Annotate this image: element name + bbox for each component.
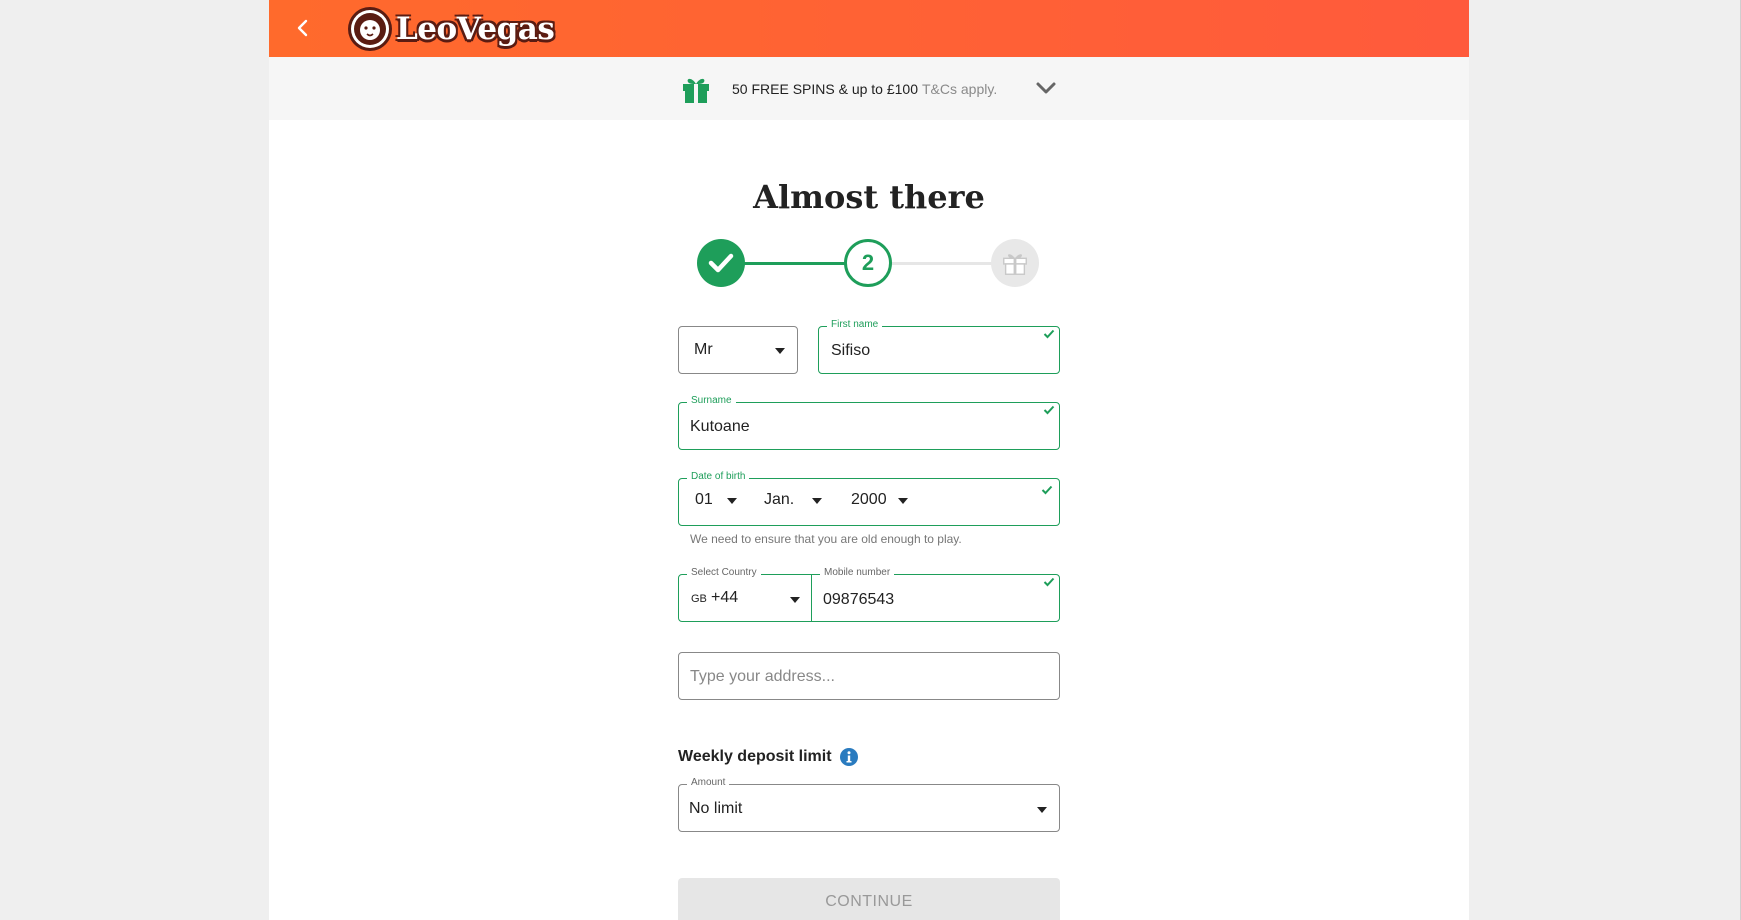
caret-down-icon: [898, 498, 908, 504]
step-1-complete: [697, 239, 745, 287]
leovegas-logo[interactable]: LeoVegas: [347, 6, 555, 52]
mobile-number-field[interactable]: Mobile number 09876543: [811, 567, 1060, 622]
first-name-field[interactable]: First name Sifiso: [818, 319, 1060, 374]
title-select[interactable]: Mr: [678, 326, 798, 374]
registration-page: LeoVegas 50 FREE SPINS & up to £100 T&Cs…: [269, 0, 1469, 920]
mobile-label: Mobile number: [820, 567, 895, 578]
step-connector-pending: [891, 262, 995, 265]
dob-month-value: Jan.: [764, 491, 795, 508]
continue-button[interactable]: CONTINUE: [678, 878, 1060, 920]
top-bar: LeoVegas: [269, 0, 1469, 57]
chevron-down-icon[interactable]: [1035, 79, 1057, 97]
caret-down-icon: [790, 597, 800, 603]
chevron-left-icon: [297, 19, 308, 37]
surname-value: Kutoane: [690, 418, 750, 435]
country-code: GB: [691, 593, 707, 605]
mobile-value: 09876543: [823, 591, 895, 608]
dob-day-select[interactable]: 01: [695, 491, 743, 513]
page-title: Almost there: [753, 178, 985, 216]
address-input[interactable]: Type your address...: [678, 652, 1060, 700]
caret-down-icon: [775, 348, 785, 354]
promo-banner: 50 FREE SPINS & up to £100 T&Cs apply.: [269, 57, 1469, 120]
country-code-select[interactable]: Select Country GB +44: [678, 567, 812, 622]
address-placeholder: Type your address...: [690, 668, 835, 685]
lion-logo-icon: [348, 7, 392, 51]
logo-wordmark: LeoVegas: [396, 11, 555, 47]
date-of-birth-label: Date of birth: [687, 471, 750, 482]
valid-check-icon: [1043, 329, 1055, 339]
gift-icon: [1003, 254, 1027, 275]
back-button[interactable]: [289, 14, 317, 42]
promo-content: 50 FREE SPINS & up to £100 T&Cs apply.: [680, 73, 997, 105]
first-name-value: Sifiso: [831, 342, 871, 359]
caret-down-icon: [1037, 807, 1047, 813]
dob-year-value: 2000: [851, 491, 887, 508]
country-dial-code: +44: [711, 589, 739, 606]
caret-down-icon: [812, 498, 822, 504]
title-value: Mr: [694, 341, 713, 358]
caret-down-icon: [727, 498, 737, 504]
step-2-current: 2: [844, 239, 892, 287]
promo-terms-link[interactable]: T&Cs apply.: [922, 81, 997, 97]
dob-day-value: 01: [695, 491, 713, 508]
surname-field[interactable]: Surname Kutoane: [678, 395, 1060, 450]
deposit-limit-heading: Weekly deposit limit: [678, 748, 832, 765]
amount-label: Amount: [687, 777, 730, 788]
valid-check-icon: [1043, 577, 1055, 587]
step-connector-done: [743, 262, 847, 265]
progress-stepper: 2: [697, 238, 1041, 288]
surname-label: Surname: [687, 395, 736, 406]
gift-icon: [683, 78, 709, 103]
amount-value: No limit: [689, 800, 743, 817]
dob-month-select[interactable]: Jan.: [764, 491, 828, 513]
promo-text: 50 FREE SPINS & up to £100: [732, 81, 918, 97]
dob-year-select[interactable]: 2000: [851, 491, 915, 513]
dob-hint: We need to ensure that you are old enoug…: [690, 532, 962, 546]
valid-check-icon: [1043, 405, 1055, 415]
deposit-amount-select[interactable]: Amount No limit: [678, 777, 1060, 832]
info-icon[interactable]: [840, 748, 858, 766]
country-label: Select Country: [687, 567, 761, 578]
step-3-pending: [991, 239, 1039, 287]
first-name-label: First name: [827, 319, 883, 330]
checkmark-icon: [708, 253, 734, 273]
date-of-birth-field: Date of birth 01 Jan. 2000: [678, 471, 1060, 526]
valid-check-icon: [1041, 485, 1053, 495]
